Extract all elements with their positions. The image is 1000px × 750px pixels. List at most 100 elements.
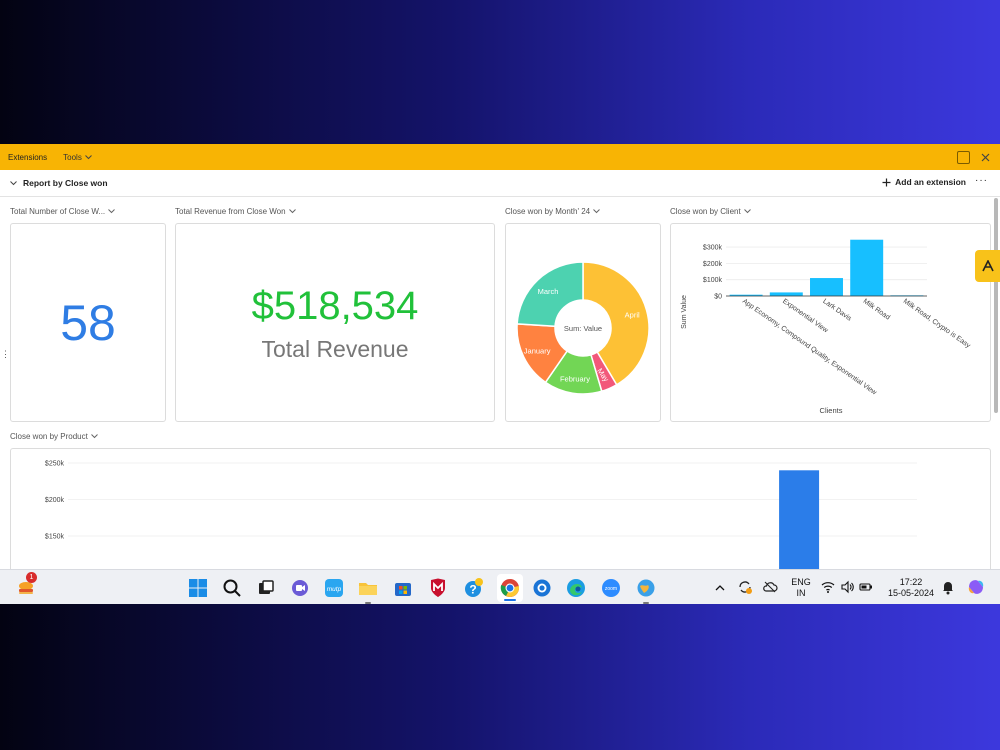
clock[interactable]: 17:22 15-05-2024 <box>880 577 942 599</box>
input-language-indicator[interactable]: ENG IN <box>787 577 815 599</box>
report-header: Report by Close won Add an extension ··· <box>0 170 1000 197</box>
donut-slice-label: January <box>524 346 551 355</box>
task-view-button[interactable] <box>256 578 276 598</box>
region-code: IN <box>796 588 806 598</box>
more-options-button[interactable]: ··· <box>975 175 988 186</box>
client-bar[interactable] <box>769 292 803 296</box>
client-card: $0 $100k $200k $300k App Economy, Compound Q… <box>670 223 991 422</box>
tab-extensions[interactable]: Extensions <box>8 153 47 162</box>
chevron-up-icon <box>715 585 725 591</box>
close-won-count: 58 <box>60 295 116 351</box>
extension-logo-icon <box>981 260 994 272</box>
x-tick-label: Lark Davis <box>821 298 853 323</box>
donut-center-label: Sum: Value <box>564 324 602 333</box>
windows-logo-icon <box>189 579 207 597</box>
chevron-down-icon <box>108 209 116 214</box>
page-scrollbar[interactable] <box>994 198 998 413</box>
chevron-down-icon <box>84 154 92 159</box>
start-button[interactable] <box>188 578 208 598</box>
clock-date: 15-05-2024 <box>887 588 935 598</box>
edge-icon <box>567 579 585 597</box>
add-extension-label: Add an extension <box>895 177 966 187</box>
expand-icon <box>956 150 970 164</box>
extensions-bar: Extensions Tools <box>0 144 1000 170</box>
expand-button[interactable] <box>956 150 970 164</box>
copilot-button[interactable] <box>966 577 986 597</box>
x-tick-label: App Economy, Compound Quality, Exponenti… <box>741 298 878 397</box>
month-widget-title: Close won by Month' 24 <box>505 207 591 216</box>
donut-slice-label: March <box>538 287 559 296</box>
chevron-down-icon <box>10 180 17 185</box>
teams-chat-button[interactable] <box>290 578 310 598</box>
zoom-icon: zoom <box>602 579 620 597</box>
chevron-down-icon <box>743 209 751 214</box>
running-indicator <box>643 602 649 604</box>
add-extension-button[interactable]: Add an extension <box>882 177 966 187</box>
close-button[interactable] <box>978 150 992 164</box>
donut-slice-label: February <box>560 374 590 383</box>
mutip-app-button[interactable]: mutp <box>324 578 344 598</box>
copilot-icon <box>968 580 984 594</box>
side-extension-button[interactable] <box>975 250 1000 282</box>
svg-text:mutp: mutp <box>327 586 342 593</box>
edge-button[interactable] <box>566 578 586 598</box>
count-card: 58 <box>10 223 166 422</box>
sync-tray-button[interactable] <box>737 579 753 595</box>
battery-icon <box>859 583 872 591</box>
clock-time: 17:22 <box>899 577 923 587</box>
windows-taskbar: 1 mutp ? zoom ENG IN 17:22 15-05-2024 <box>0 569 1000 604</box>
y-tick-label: $0 <box>714 294 722 301</box>
notifications-button[interactable] <box>940 579 956 595</box>
microsoft-store-button[interactable] <box>393 578 413 598</box>
svg-text:?: ? <box>469 583 476 597</box>
cloud-icon <box>763 581 778 593</box>
search-button[interactable] <box>222 578 242 598</box>
y-tick-label: $300k <box>703 245 723 252</box>
chrome-icon <box>500 579 520 597</box>
chevron-down-icon <box>288 209 296 214</box>
report-title: Report by Close won <box>23 178 108 188</box>
y-tick-label: $150k <box>45 534 65 541</box>
globe-app-button[interactable] <box>636 578 656 604</box>
globe-icon <box>637 579 655 597</box>
close-icon <box>981 153 989 161</box>
product-widget-label[interactable]: Close won by Product <box>10 432 98 441</box>
zoom-button[interactable]: zoom <box>601 578 621 598</box>
product-bar-chart: $150k $200k $250k <box>45 461 917 604</box>
y-axis-label: Sum Value <box>681 295 688 329</box>
get-help-button[interactable]: ? <box>463 578 483 598</box>
show-hidden-icons-button[interactable] <box>714 581 726 593</box>
folder-icon <box>359 583 377 595</box>
client-widget-label[interactable]: Close won by Client <box>670 207 751 216</box>
outlook-button[interactable] <box>532 578 552 598</box>
weather-widget[interactable]: 1 <box>16 572 37 598</box>
running-indicator <box>365 602 371 604</box>
client-bar[interactable] <box>810 278 843 296</box>
chevron-down-icon <box>593 209 600 214</box>
revenue-widget-label[interactable]: Total Revenue from Close Won <box>175 207 296 216</box>
month-widget-label[interactable]: Close won by Month' 24 <box>505 207 600 216</box>
product-widget-title: Close won by Product <box>10 432 88 441</box>
notification-bell-icon <box>943 582 953 595</box>
tools-menu[interactable]: Tools <box>63 153 92 162</box>
month-donut-chart: AprilMayFebruaryJanuaryMarchSum: Value <box>516 261 650 395</box>
month-card: April May February January March Sum: Value <box>505 223 661 422</box>
tools-label: Tools <box>63 152 82 162</box>
chrome-button[interactable] <box>497 574 523 602</box>
file-explorer-button[interactable] <box>358 578 378 604</box>
revenue-card: $518,534 Total Revenue <box>175 223 495 422</box>
drag-handle-icon[interactable]: ⋮ <box>1 350 10 359</box>
help-icon: ? <box>465 578 483 597</box>
mcafee-button[interactable] <box>428 578 448 598</box>
svg-text:zoom: zoom <box>605 586 617 592</box>
cloud-tray-button[interactable] <box>762 579 778 595</box>
y-tick-label: $200k <box>703 261 723 268</box>
y-tick-label: $200k <box>45 497 65 504</box>
report-title-toggle[interactable]: Report by Close won <box>10 178 108 188</box>
speaker-icon <box>841 580 854 594</box>
total-revenue-value: $518,534 <box>251 284 419 328</box>
count-widget-label[interactable]: Total Number of Close W... <box>10 207 116 216</box>
quick-settings-button[interactable] <box>821 580 872 596</box>
client-bar[interactable] <box>850 239 884 296</box>
x-axis-label: Clients <box>820 406 843 415</box>
